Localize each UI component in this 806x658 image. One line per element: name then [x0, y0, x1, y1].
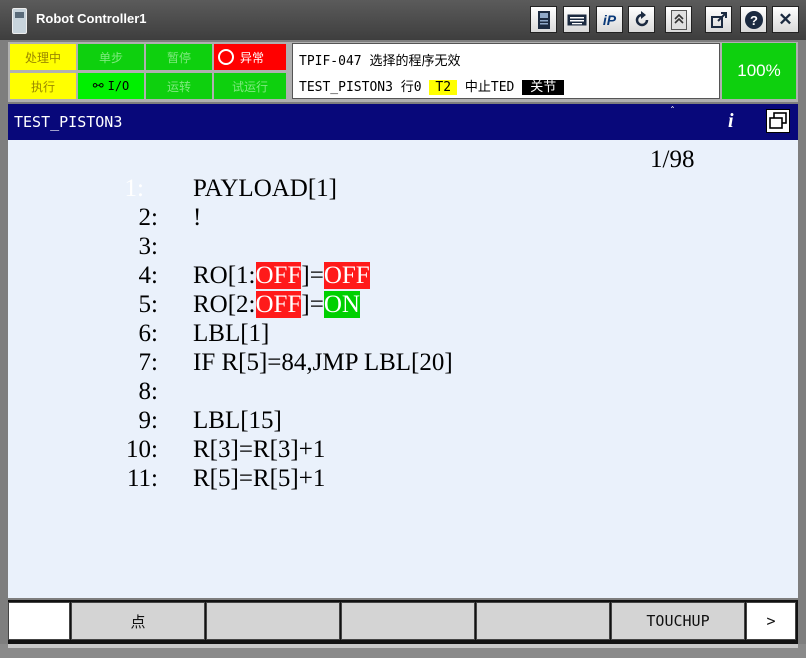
message-program-line: TEST_PISTON3 行0 [299, 80, 430, 95]
speed-override: 100% [722, 43, 796, 99]
status-prod: 运转 [146, 73, 212, 99]
function-key-4[interactable] [341, 602, 475, 640]
program-line[interactable]: 10: R[3]=R[3]+1 [8, 435, 708, 464]
title-bar: Robot Controller1 iP ? ✕ [0, 0, 806, 40]
keyboard-icon[interactable] [563, 6, 590, 33]
edit-marker: ˆ [670, 106, 675, 117]
function-key-1[interactable] [8, 602, 70, 640]
line-code: R[5]=R[5]+1 [193, 465, 326, 492]
program-header: TEST_PISTON3 ˆ i [8, 104, 798, 140]
program-line[interactable]: 8: [8, 377, 708, 406]
page-indicator: 1/98 [650, 146, 695, 173]
program-line[interactable]: 9: LBL[15] [8, 406, 708, 435]
line-code: R[3]=R[3]+1 [193, 436, 326, 463]
message-box: TPIF-047 选择的程序无效 TEST_PISTON3 行0 T2 中止TE… [292, 43, 720, 99]
help-icon[interactable]: ? [740, 6, 767, 33]
mode-badge: T2 [429, 80, 458, 95]
coordinate-badge: 关节 [522, 80, 565, 95]
io-value-on[interactable]: ON [323, 291, 360, 318]
line-number: 4: [138, 262, 158, 289]
line-number: 9: [138, 407, 158, 434]
status-step: 单步 [78, 44, 144, 70]
fault-indicator-icon [218, 49, 234, 65]
function-key-touchup[interactable]: TOUCHUP [611, 602, 745, 640]
line-code: LBL[15] [193, 407, 282, 434]
window-layout-icon[interactable] [766, 109, 790, 133]
line-number: 3: [138, 233, 158, 260]
io-icon: ⚯ [92, 78, 104, 94]
teach-pendant-icon[interactable] [530, 6, 557, 33]
program-name: TEST_PISTON3 [14, 113, 123, 131]
function-key-3[interactable] [206, 602, 340, 640]
program-line[interactable]: 4: RO[1:OFF]=OFF [8, 261, 708, 290]
next-page-button[interactable]: > [746, 602, 796, 640]
window-title: Robot Controller1 [36, 11, 147, 26]
line-number: 10: [126, 436, 158, 463]
program-line[interactable]: 3: [8, 232, 708, 261]
message-line-1: TPIF-047 选择的程序无效 [299, 54, 461, 69]
function-key-point[interactable]: 点 [71, 602, 205, 640]
program-line[interactable]: 2: ! [8, 203, 708, 232]
status-hold: 暂停 [146, 44, 212, 70]
status-tcyc: 试运行 [214, 73, 286, 99]
line-code: IF R[5]=84,JMP LBL[20] [193, 349, 453, 376]
program-line[interactable]: 5: RO[2:OFF]=ON [8, 290, 708, 319]
line-code: LBL[1] [193, 320, 270, 347]
line-number: 8: [138, 378, 158, 405]
line-code: RO[1:OFF]=OFF [193, 262, 370, 289]
line-number: 5: [138, 291, 158, 318]
info-icon[interactable]: i [728, 110, 734, 133]
line-number: 2: [138, 204, 158, 231]
bottom-edge [0, 644, 806, 658]
status-fault-label: 异常 [240, 50, 265, 65]
line-code: RO[2:OFF]=ON [193, 291, 360, 318]
message-state: 中止TED [457, 80, 523, 95]
status-busy: 处理中 [10, 44, 76, 70]
jog-icon[interactable] [665, 6, 692, 33]
status-panel: 处理中 单步 暂停 异常 执行 ⚯ I/O 运转 试运行 TPIF-047 选择… [8, 42, 798, 102]
program-line[interactable]: 1: PAYLOAD[1] [8, 174, 708, 203]
line-number: 6: [138, 320, 158, 347]
status-fault: 异常 [214, 44, 286, 70]
robot-controller-window: Robot Controller1 iP ? ✕ 处理中 单步 暂停 异常 执行 [0, 0, 806, 658]
status-run: 执行 [10, 73, 76, 99]
teach-pendant-app-icon [12, 8, 27, 34]
io-state-off[interactable]: OFF [255, 291, 302, 318]
program-line[interactable]: 7: IF R[5]=84,JMP LBL[20] [8, 348, 708, 377]
message-line-2: TEST_PISTON3 行0 T2 中止TED 关节 [299, 76, 565, 95]
program-line[interactable]: 11: R[5]=R[5]+1 [8, 464, 708, 493]
status-io-label: I/O [107, 79, 130, 93]
line-number: 7: [138, 349, 158, 376]
function-key-bar: 点 TOUCHUP > [8, 600, 798, 644]
status-io: ⚯ I/O [78, 73, 144, 99]
line-code: PAYLOAD[1] [193, 175, 338, 202]
io-state-off[interactable]: OFF [255, 262, 302, 289]
line-code: ! [193, 204, 202, 231]
program-editor[interactable]: 1/98 1: PAYLOAD[1] 2: ! 3: 4: RO[1:OFF]=… [8, 140, 798, 598]
io-value-off[interactable]: OFF [323, 262, 370, 289]
close-icon[interactable]: ✕ [772, 6, 799, 33]
ip-icon[interactable]: iP [596, 6, 623, 33]
refresh-icon[interactable] [628, 6, 655, 33]
line-number: 11: [126, 465, 158, 492]
function-key-5[interactable] [476, 602, 610, 640]
svg-text:?: ? [750, 13, 758, 28]
resize-icon[interactable] [705, 6, 732, 33]
program-line[interactable]: 6: LBL[1] [8, 319, 708, 348]
